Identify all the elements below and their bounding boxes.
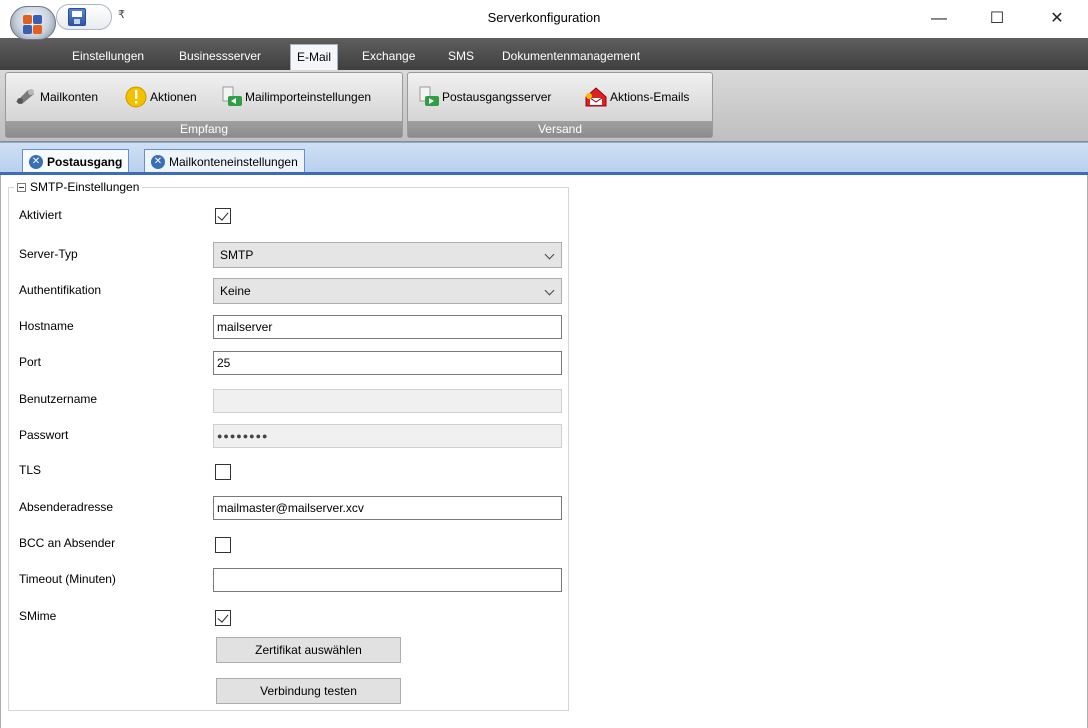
doc-tab-mailkonteneinstellungen-label: Mailkonteneinstellungen xyxy=(169,154,298,169)
server-typ-label: Server-Typ xyxy=(19,247,78,261)
close-button[interactable]: ✕ xyxy=(1034,0,1080,38)
passwort-input[interactable]: ●●●●●●●● xyxy=(213,424,562,448)
collapse-icon[interactable] xyxy=(17,182,26,192)
smtp-legend-label: SMTP-Einstellungen xyxy=(30,180,140,194)
absenderadresse-label: Absenderadresse xyxy=(19,500,114,514)
mail-accounts-icon xyxy=(14,86,38,108)
orb-tile-icon xyxy=(33,25,42,34)
tab-sms[interactable]: SMS xyxy=(442,46,480,68)
aktions-emails-label: Aktions-Emails xyxy=(610,90,690,104)
document-tab-bar: ✕ Postausgang ✕ Mailkonteneinstellungen xyxy=(0,142,1088,174)
postausgangsserver-label: Postausgangsserver xyxy=(442,90,552,104)
ribbon-group-empfang: Mailkonten Aktionen Mailimporteinstellun… xyxy=(5,72,403,138)
chevron-down-icon xyxy=(544,285,555,296)
port-label: Port xyxy=(19,355,42,369)
timeout-input[interactable] xyxy=(213,568,562,592)
smime-label: SMime xyxy=(19,609,57,623)
doc-tab-mailkonteneinstellungen[interactable]: ✕ Mailkonteneinstellungen xyxy=(144,149,305,173)
group-caption-empfang: Empfang xyxy=(6,121,402,137)
group-caption-versand: Versand xyxy=(408,121,712,137)
aktions-emails-button[interactable]: Aktions-Emails xyxy=(584,83,689,111)
doc-tab-postausgang-label: Postausgang xyxy=(47,154,123,169)
tab-dokumentenmanagement[interactable]: Dokumentenmanagement xyxy=(496,46,646,68)
mailimporteinstellungen-label: Mailimporteinstellungen xyxy=(245,90,372,104)
absenderadresse-input[interactable]: mailmaster@mailserver.xcv xyxy=(213,496,562,520)
timeout-label: Timeout (Minuten) xyxy=(19,572,116,586)
aktionen-label: Aktionen xyxy=(150,90,197,104)
server-typ-value: SMTP xyxy=(220,248,254,262)
ribbon: Mailkonten Aktionen Mailimporteinstellun… xyxy=(0,70,1088,142)
bcc-checkbox[interactable] xyxy=(215,537,231,553)
verbindung-testen-button[interactable]: Verbindung testen xyxy=(216,678,401,704)
tab-businessserver[interactable]: Businessserver xyxy=(173,46,267,68)
title-bar: ₹ Serverkonfiguration — ☐ ✕ xyxy=(0,0,1088,40)
bcc-label: BCC an Absender xyxy=(19,536,116,550)
authentifikation-select[interactable]: Keine xyxy=(213,278,562,304)
aktiviert-label: Aktiviert xyxy=(19,208,62,222)
action-mail-icon xyxy=(584,86,608,108)
mail-import-icon xyxy=(219,86,243,108)
benutzername-input[interactable] xyxy=(213,389,562,413)
orb-tile-icon xyxy=(33,15,42,24)
smime-checkbox[interactable] xyxy=(215,610,231,626)
port-input[interactable]: 25 xyxy=(213,351,562,375)
authentifikation-label: Authentifikation xyxy=(19,283,102,297)
ribbon-group-versand: Postausgangsserver Aktions-Emails Versan… xyxy=(407,72,713,138)
main-content: SMTP-Einstellungen Aktiviert Server-Typ … xyxy=(0,175,1088,728)
zertifikat-auswaehlen-button[interactable]: Zertifikat auswählen xyxy=(216,637,401,663)
mailimporteinstellungen-button[interactable]: Mailimporteinstellungen xyxy=(219,83,371,111)
close-tab-icon[interactable]: ✕ xyxy=(29,154,43,169)
application-menu-button[interactable] xyxy=(10,6,56,40)
smtp-settings-legend[interactable]: SMTP-Einstellungen xyxy=(14,180,143,194)
doc-tab-postausgang[interactable]: ✕ Postausgang xyxy=(22,149,130,173)
tab-exchange[interactable]: Exchange xyxy=(356,46,421,68)
tls-label: TLS xyxy=(19,463,42,477)
orb-tile-icon xyxy=(23,25,32,34)
maximize-button[interactable]: ☐ xyxy=(974,0,1020,38)
close-tab-icon[interactable]: ✕ xyxy=(151,154,165,169)
tab-email[interactable]: E-Mail xyxy=(290,44,339,70)
hostname-input[interactable]: mailserver xyxy=(213,315,562,339)
benutzername-label: Benutzername xyxy=(19,392,98,406)
server-typ-select[interactable]: SMTP xyxy=(213,242,562,268)
ribbon-tab-bar: Einstellungen Businessserver E-Mail Exch… xyxy=(0,38,1088,70)
outgoing-server-icon xyxy=(416,86,440,108)
warning-circle-icon xyxy=(124,86,148,108)
aktiviert-checkbox[interactable] xyxy=(215,208,231,224)
postausgangsserver-button[interactable]: Postausgangsserver xyxy=(416,83,551,111)
authentifikation-value: Keine xyxy=(220,284,251,298)
tls-checkbox[interactable] xyxy=(215,464,231,480)
orb-tile-icon xyxy=(23,15,32,24)
passwort-label: Passwort xyxy=(19,428,69,442)
minimize-button[interactable]: — xyxy=(916,0,962,38)
aktionen-button[interactable]: Aktionen xyxy=(124,83,197,111)
tab-einstellungen[interactable]: Einstellungen xyxy=(66,46,150,68)
hostname-label: Hostname xyxy=(19,319,74,333)
mailkonten-button[interactable]: Mailkonten xyxy=(14,83,98,111)
mailkonten-label: Mailkonten xyxy=(40,90,99,104)
chevron-down-icon xyxy=(544,249,555,260)
